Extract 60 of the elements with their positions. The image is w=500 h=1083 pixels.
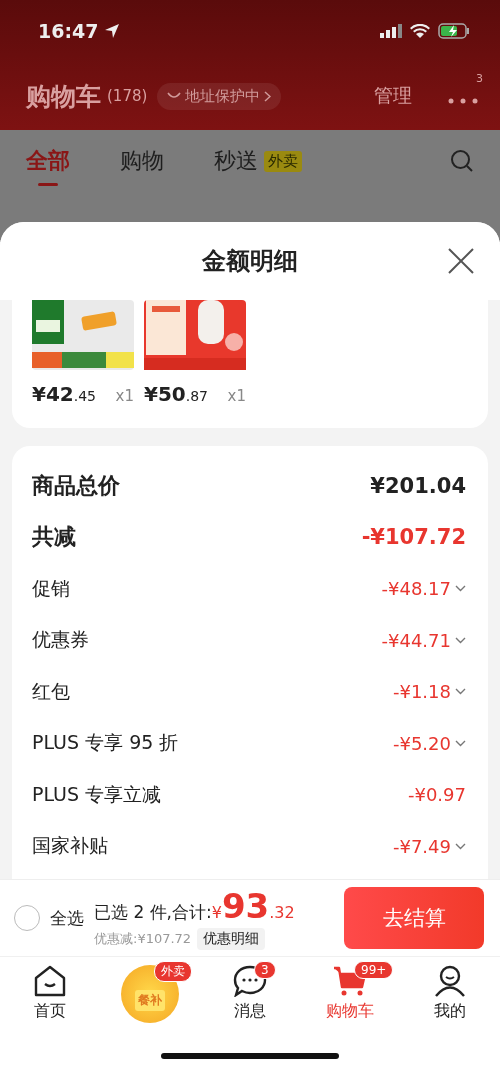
detail-label: 红包 bbox=[32, 678, 70, 704]
address-protection-pill[interactable]: 地址保护中 bbox=[157, 82, 282, 110]
search-icon[interactable] bbox=[450, 149, 474, 173]
category-tab[interactable]: 全部 bbox=[26, 146, 70, 176]
signal-icon bbox=[380, 24, 402, 38]
tab-tag: 外卖 bbox=[264, 150, 302, 172]
total-summary: 已选 2 件,合计:¥93.32 bbox=[94, 886, 295, 926]
detail-label: 商品总价 bbox=[32, 471, 120, 500]
manage-button[interactable]: 管理 bbox=[374, 83, 412, 109]
detail-amount: -¥1.18 bbox=[392, 681, 451, 703]
location-arrow-icon bbox=[104, 23, 121, 39]
select-all-checkbox[interactable] bbox=[14, 905, 40, 931]
status-time: 16:47 bbox=[38, 20, 121, 42]
chat-icon bbox=[233, 965, 267, 997]
detail-amount: -¥7.49 bbox=[392, 835, 451, 857]
tab-badge: 99+ bbox=[354, 961, 394, 979]
product-quantity: x1 bbox=[227, 387, 246, 405]
category-tab[interactable]: 秒送 bbox=[214, 146, 258, 176]
chevron-right-icon bbox=[264, 90, 272, 102]
smile-icon bbox=[167, 92, 182, 100]
person-icon bbox=[433, 965, 467, 997]
product-price: ¥42.45 bbox=[32, 382, 96, 406]
chevron-down-icon[interactable] bbox=[455, 842, 466, 850]
chevron-down-icon[interactable] bbox=[455, 636, 466, 644]
select-all-label: 全选 bbox=[50, 906, 84, 930]
detail-label: PLUS 专享 95 折 bbox=[32, 730, 179, 756]
battery-icon bbox=[438, 23, 470, 39]
more-icon[interactable] bbox=[448, 97, 478, 104]
wifi-icon bbox=[410, 24, 430, 38]
page-title: 购物车 bbox=[26, 80, 101, 113]
detail-label: 促销 bbox=[32, 575, 70, 601]
detail-amount: -¥48.17 bbox=[381, 578, 451, 600]
home-icon bbox=[33, 965, 67, 997]
detail-amount: -¥5.20 bbox=[392, 732, 451, 754]
more-count: 3 bbox=[476, 71, 486, 85]
tab-bar-item[interactable]: 首页 bbox=[10, 965, 90, 1022]
product-quantity: x1 bbox=[115, 387, 134, 405]
detail-amount: -¥107.72 bbox=[361, 525, 466, 550]
detail-label: 国家补贴 bbox=[32, 833, 108, 859]
detail-amount: -¥0.97 bbox=[407, 784, 466, 806]
detail-amount: ¥201.04 bbox=[370, 473, 466, 498]
discount-detail-button[interactable]: 优惠明细 bbox=[197, 928, 266, 950]
product-price: ¥50.87 bbox=[144, 382, 208, 406]
category-tab[interactable]: 购物 bbox=[120, 146, 164, 176]
detail-amount: -¥44.71 bbox=[381, 629, 451, 651]
tab-badge: 外卖 bbox=[154, 961, 192, 982]
tab-bar-item[interactable]: 我的 bbox=[410, 965, 490, 1022]
chevron-down-icon[interactable] bbox=[455, 688, 466, 696]
detail-label: PLUS 专享立减 bbox=[32, 781, 162, 807]
sheet-title: 金额明细 bbox=[202, 246, 298, 277]
discount-amount: 优惠减:¥107.72 bbox=[94, 930, 192, 948]
chevron-down-icon[interactable] bbox=[455, 739, 466, 747]
chevron-down-icon[interactable] bbox=[455, 585, 466, 593]
tab-badge: 3 bbox=[254, 961, 276, 979]
cart-count: (178) bbox=[107, 87, 148, 105]
detail-label: 优惠券 bbox=[32, 627, 89, 653]
close-icon[interactable] bbox=[448, 248, 474, 274]
detail-label: 共减 bbox=[32, 523, 76, 552]
meal-subsidy-label: 餐补 bbox=[135, 990, 165, 1011]
checkout-button[interactable]: 去结算 bbox=[344, 887, 484, 949]
